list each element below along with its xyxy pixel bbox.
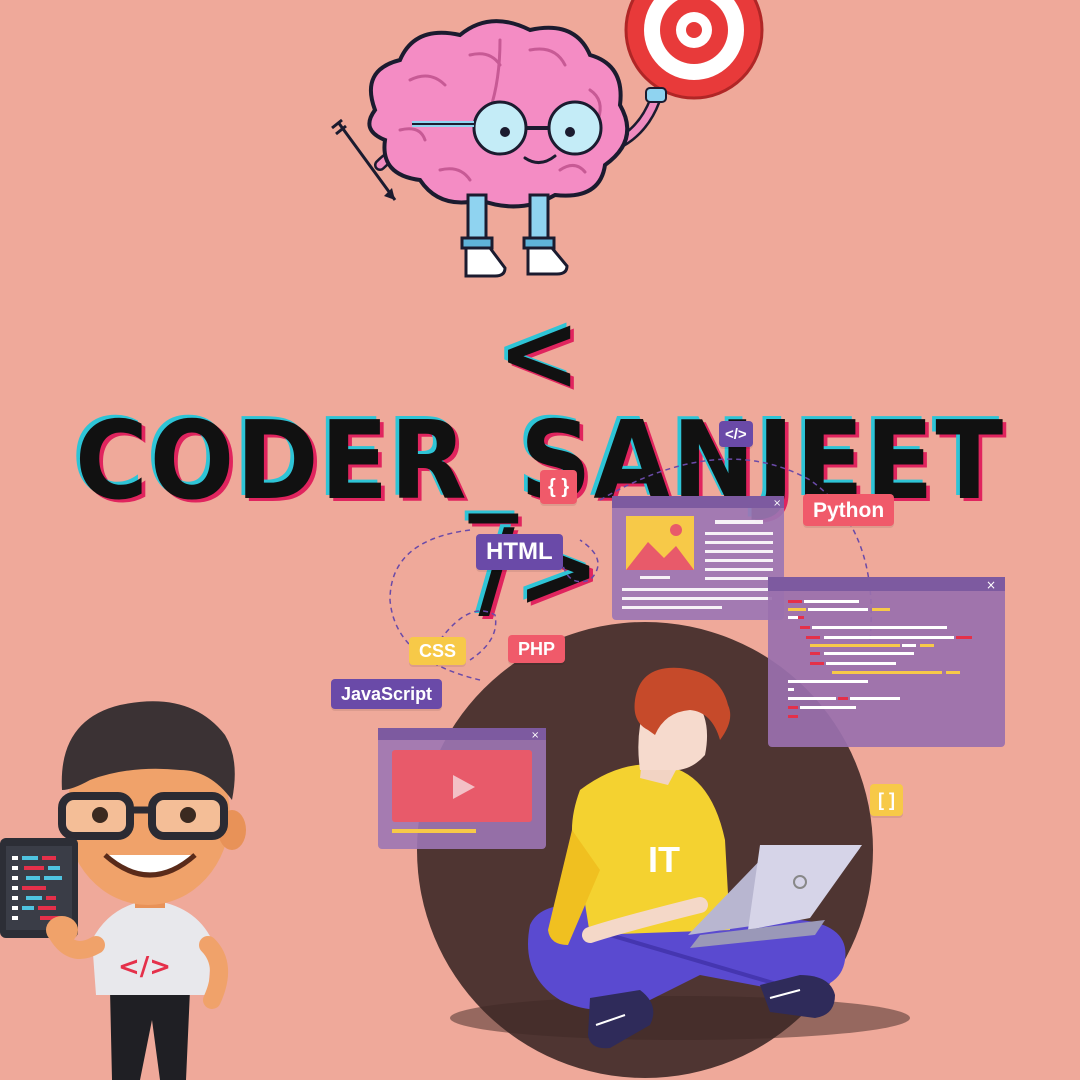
boy-with-tablet-illustration: </> xyxy=(0,701,246,1080)
shirt-code-icon: </> xyxy=(118,952,171,982)
